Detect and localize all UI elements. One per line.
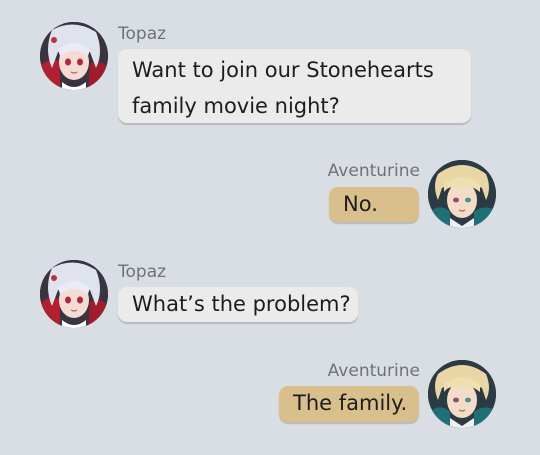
message-bubble: No. — [329, 187, 419, 222]
message-text-line: Want to join our Stonehearts — [132, 58, 434, 82]
sender-name: Aventurine — [327, 161, 420, 181]
message-text-line: What’s the problem? — [132, 292, 351, 316]
message-bubble: Want to join our Stonehearts family movi… — [118, 49, 471, 123]
message-text-line: The family. — [293, 391, 408, 415]
message-bubble: What’s the problem? — [118, 287, 358, 322]
message-text-line: family movie night? — [132, 94, 340, 118]
aventurine-avatar-icon[interactable] — [428, 160, 496, 228]
topaz-avatar-icon[interactable] — [40, 22, 108, 90]
aventurine-avatar-icon[interactable] — [428, 360, 496, 428]
topaz-avatar-icon[interactable] — [40, 260, 108, 328]
sender-name: Topaz — [118, 262, 167, 282]
message-text-line: No. — [343, 192, 378, 216]
sender-name: Aventurine — [327, 361, 420, 381]
message-bubble: The family. — [279, 386, 419, 422]
sender-name: Topaz — [118, 24, 167, 44]
